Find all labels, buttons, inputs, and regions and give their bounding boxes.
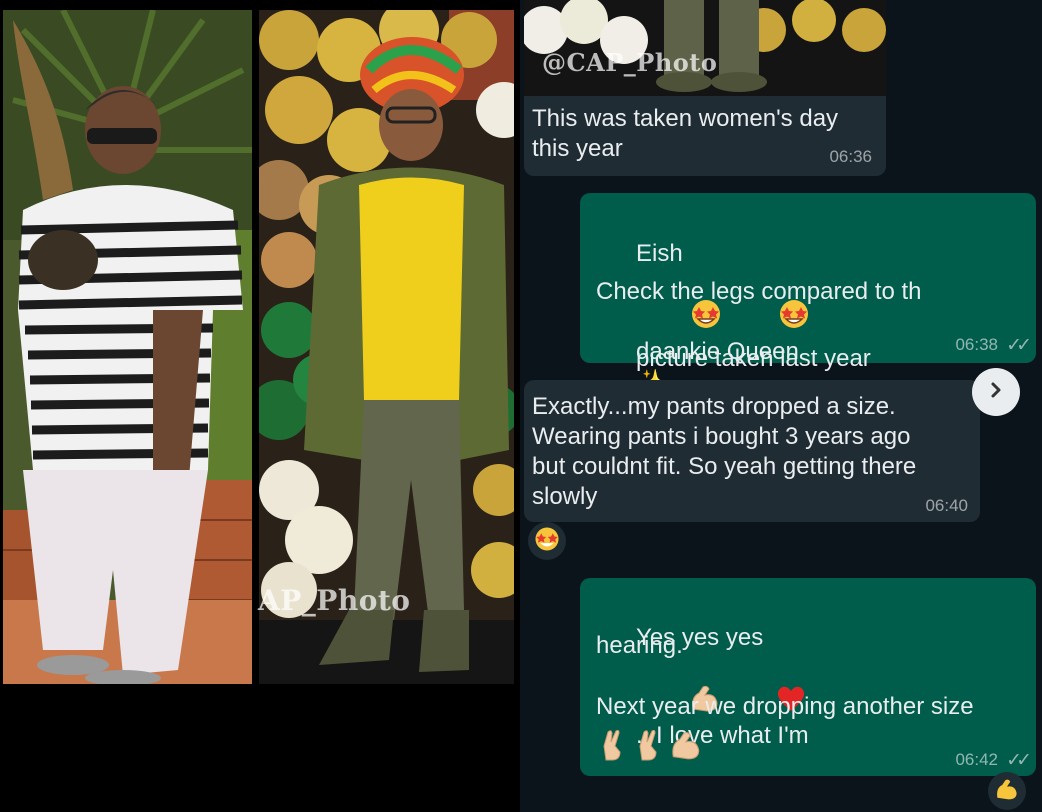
flexed-biceps-emoji-icon [669, 729, 703, 766]
message-text: Eish [636, 240, 683, 267]
double-check-icon: ✓✓ [1006, 750, 1032, 771]
chat-panel: @CAP_Photo This was taken women's day th… [520, 0, 1042, 812]
outgoing-message[interactable]: Eish daankie Queen ✨ Check the legs comp… [580, 193, 1036, 430]
message-text: Next year we dropping another size [596, 693, 974, 720]
message-time: 06:38 [955, 335, 998, 354]
quoted-image: @CAP_Photo [524, 0, 886, 100]
message-text: picture taken last year [636, 345, 871, 372]
incoming-message[interactable]: Exactly...my pants dropped a size. Weari… [524, 380, 980, 522]
next-button[interactable] [972, 368, 1020, 416]
crossed-fingers-emoji-icon [596, 728, 628, 767]
message-text: Exactly...my pants dropped a size. Weari… [532, 393, 917, 510]
outgoing-message[interactable]: Yes yes yes .. I love what I'm hearing. … [580, 578, 1036, 776]
message-time: 06:36 [829, 147, 872, 166]
flexed-biceps-emoji-icon [994, 777, 1020, 806]
photo-watermark: AP_Photo [258, 584, 411, 617]
photo-watermark-top: @CAP_Photo [542, 48, 718, 77]
message-time: 06:42 [955, 750, 998, 769]
message-text: hearing. [596, 632, 683, 659]
message-reaction[interactable] [988, 772, 1026, 810]
message-text: This was taken women's day this year [532, 105, 839, 162]
message-reaction[interactable] [528, 522, 566, 560]
crossed-fingers-emoji-icon [632, 728, 664, 767]
message-text: Check the legs compared to th [596, 278, 922, 305]
after-photo [259, 10, 514, 684]
incoming-message[interactable]: This was taken women's day this year 06:… [524, 96, 886, 176]
star-struck-emoji-icon [533, 526, 561, 557]
chevron-right-icon [987, 381, 1005, 404]
before-photo [3, 10, 252, 684]
message-time: 06:40 [925, 496, 968, 515]
double-check-icon: ✓✓ [1006, 335, 1032, 356]
